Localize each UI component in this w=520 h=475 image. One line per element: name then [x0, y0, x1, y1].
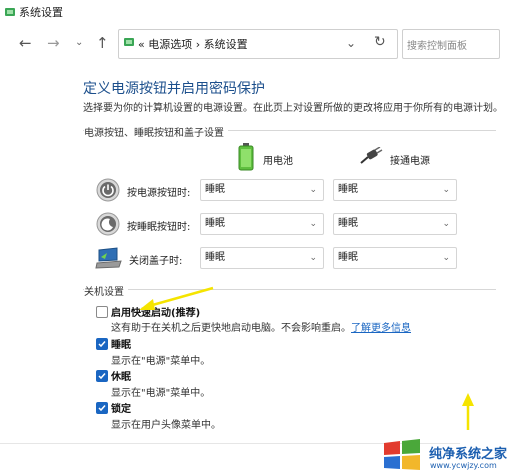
close-lid-plugged-select[interactable]: 睡眠 ⌄ [333, 247, 457, 269]
chevron-down-icon: ⌄ [442, 185, 450, 195]
control-panel-icon [5, 8, 15, 16]
select-value: 睡眠 [338, 218, 358, 229]
checkmark-icon [98, 341, 106, 348]
search-placeholder: 搜索控制面板 [407, 41, 467, 52]
breadcrumb-power-options[interactable]: 电源选项 [148, 38, 192, 51]
battery-icon [238, 143, 254, 171]
breadcrumb-system-settings[interactable]: 系统设置 [204, 38, 248, 51]
watermark-title: 纯净系统之家 [429, 447, 508, 462]
lock-option-description: 显示在用户头像菜单中。 [111, 420, 221, 431]
laptop-lid-icon [95, 247, 122, 269]
select-value: 睡眠 [338, 184, 358, 195]
shutdown-section-label: 关机设置 [84, 283, 128, 298]
lock-option-label: 锁定 [111, 404, 131, 415]
breadcrumb-separator: › [195, 38, 201, 51]
power-button-icon [96, 178, 120, 202]
annotation-arrow-icon [139, 286, 214, 310]
sleep-checkbox[interactable] [96, 338, 108, 350]
page-title: 定义电源按钮并启用密码保护 [83, 81, 265, 97]
sleep-button-plugged-select[interactable]: 睡眠 ⌄ [333, 213, 457, 235]
annotation-arrow-icon [462, 393, 474, 430]
hibernate-checkbox[interactable] [96, 370, 108, 382]
chevron-down-icon: ⌄ [309, 219, 317, 229]
select-value: 睡眠 [205, 218, 225, 229]
back-icon[interactable]: ← [19, 35, 32, 51]
hibernate-option-description: 显示在"电源"菜单中。 [111, 388, 211, 399]
sleep-button-icon [96, 212, 120, 236]
fast-startup-checkbox[interactable] [96, 306, 108, 318]
chevron-down-icon: ⌄ [309, 253, 317, 263]
battery-column-header: 用电池 [263, 156, 293, 167]
close-lid-label: 关闭盖子时: [129, 256, 183, 267]
watermark-logo-icon [384, 439, 420, 470]
select-value: 睡眠 [338, 252, 358, 263]
select-value: 睡眠 [205, 252, 225, 263]
breadcrumb: « 电源选项 › 系统设置 [138, 36, 248, 52]
page-description: 选择要为你的计算机设置的电源设置。在此页上对设置所做的更改将应用于你所有的电源计… [83, 103, 503, 114]
power-plug-icon [360, 147, 383, 164]
title-bar [0, 0, 520, 26]
chevron-down-icon[interactable]: ⌄ [346, 35, 356, 51]
sleep-option-label: 睡眠 [111, 340, 131, 351]
checkmark-icon [98, 405, 106, 412]
window-title: 系统设置 [19, 6, 63, 19]
plugged-in-column-header: 接通电源 [390, 156, 430, 167]
fast-startup-description: 这有助于在关机之后更快地启动电脑。不会影响重启。了解更多信息 [111, 319, 411, 334]
hibernate-option-label: 休眠 [111, 372, 131, 383]
lock-checkbox[interactable] [96, 402, 108, 414]
learn-more-link[interactable]: 了解更多信息 [351, 323, 411, 334]
recent-dropdown-icon[interactable]: ⌄ [75, 35, 83, 51]
chevron-down-icon: ⌄ [442, 219, 450, 229]
power-button-label: 按电源按钮时: [127, 188, 191, 199]
power-button-plugged-select[interactable]: 睡眠 ⌄ [333, 179, 457, 201]
power-button-battery-select[interactable]: 睡眠 ⌄ [200, 179, 324, 201]
refresh-icon[interactable]: ↻ [374, 34, 386, 50]
chevron-down-icon: ⌄ [442, 253, 450, 263]
power-section-label: 电源按钮、睡眠按钮和盖子设置 [84, 124, 228, 139]
sleep-button-battery-select[interactable]: 睡眠 ⌄ [200, 213, 324, 235]
forward-icon[interactable]: → [47, 35, 60, 51]
close-lid-battery-select[interactable]: 睡眠 ⌄ [200, 247, 324, 269]
control-panel-icon [124, 38, 134, 46]
breadcrumb-prefix: « [138, 38, 145, 51]
checkmark-icon [98, 373, 106, 380]
chevron-down-icon: ⌄ [309, 185, 317, 195]
up-icon[interactable]: ↑ [96, 35, 109, 51]
watermark-url: www.ycwjzy.com [430, 461, 497, 470]
sleep-button-label: 按睡眠按钮时: [127, 222, 191, 233]
select-value: 睡眠 [205, 184, 225, 195]
sleep-option-description: 显示在"电源"菜单中。 [111, 356, 211, 367]
fast-startup-description-text: 这有助于在关机之后更快地启动电脑。不会影响重启。 [111, 323, 351, 334]
